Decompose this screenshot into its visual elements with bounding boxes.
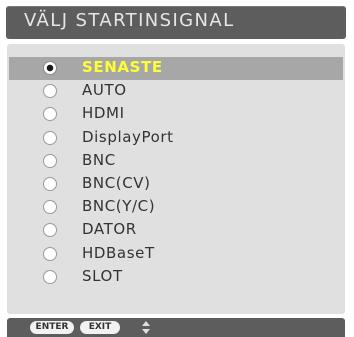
radio-unchecked-icon[interactable] [43,200,57,215]
option-hdbaset[interactable]: HDBaseT [9,243,343,266]
radio-unchecked-icon[interactable] [43,84,57,99]
radio-unchecked-icon[interactable] [43,153,57,168]
input-select-menu: VÄLJ STARTINSIGNAL SENASTE AUTO HDMI Dis… [0,0,354,337]
option-label: DATOR [82,220,137,239]
up-down-arrows-icon [142,321,150,334]
option-label: BNC(Y/C) [82,197,156,216]
option-auto[interactable]: AUTO [9,80,343,103]
radio-unchecked-icon[interactable] [43,246,57,261]
input-option-list: SENASTE AUTO HDMI DisplayPort BNC BNC(CV… [9,57,343,289]
radio-unchecked-icon[interactable] [43,107,57,122]
key-guide-bar: ENTER EXIT [7,318,345,337]
enter-key-button[interactable]: ENTER [30,321,74,334]
option-dator[interactable]: DATOR [9,219,343,242]
option-label: HDMI [82,104,125,123]
option-label: HDBaseT [82,243,155,262]
option-senaste[interactable]: SENASTE [9,57,343,81]
option-label: SLOT [82,266,123,285]
radio-unchecked-icon[interactable] [43,223,57,238]
option-label: BNC [82,150,116,169]
option-label: SENASTE [82,58,163,76]
option-bnc-yc[interactable]: BNC(Y/C) [9,196,343,219]
option-label: DisplayPort [82,127,174,146]
exit-key-button[interactable]: EXIT [80,321,120,334]
option-displayport[interactable]: DisplayPort [9,127,343,150]
options-panel: SENASTE AUTO HDMI DisplayPort BNC BNC(CV… [7,44,345,314]
option-slot[interactable]: SLOT [9,266,343,289]
option-label: AUTO [82,81,127,100]
title-bar: VÄLJ STARTINSIGNAL [6,6,346,39]
radio-unchecked-icon[interactable] [43,269,57,284]
option-label: BNC(CV) [82,173,151,192]
menu-title: VÄLJ STARTINSIGNAL [24,10,235,31]
radio-unchecked-icon[interactable] [43,176,57,191]
option-hdmi[interactable]: HDMI [9,103,343,126]
radio-checked-icon[interactable] [43,61,57,75]
option-bnc-cv[interactable]: BNC(CV) [9,173,343,196]
option-bnc[interactable]: BNC [9,150,343,173]
radio-unchecked-icon[interactable] [43,130,57,145]
